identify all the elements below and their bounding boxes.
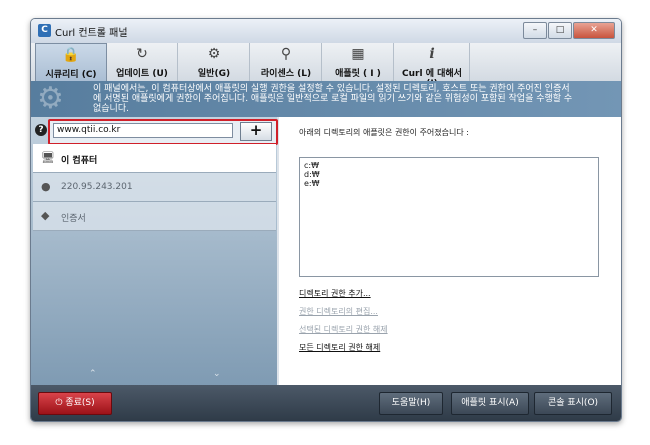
certificate-tag-icon: ◆ bbox=[41, 209, 50, 222]
exit-button[interactable]: ⏻ 종료(S) bbox=[38, 392, 112, 415]
tab-update[interactable]: ↻ 업데이트 (U) bbox=[107, 43, 178, 81]
nav-item-label: 인증서 bbox=[61, 214, 86, 224]
globe-icon: ● bbox=[41, 180, 51, 193]
tab-license-label: 라이센스 (L) bbox=[260, 69, 312, 79]
tab-applet-label: 애플릿 ( I ) bbox=[335, 69, 381, 79]
revoke-all-directories-link[interactable]: 모든 디렉토리 권한 해제 bbox=[299, 342, 380, 353]
nav-item-certificate[interactable]: ◆ 인증서 bbox=[33, 202, 276, 231]
minimize-button[interactable]: – bbox=[523, 22, 547, 39]
info-icon: i bbox=[429, 46, 435, 62]
nav-item-label: 이 컴퓨터 bbox=[61, 156, 98, 166]
title-bar[interactable]: C Curl 컨트롤 패널 – □ ✕ bbox=[31, 19, 621, 43]
tab-license[interactable]: ⚲ 라이센스 (L) bbox=[251, 43, 322, 81]
scroll-down-icon[interactable]: ⌄ bbox=[213, 369, 221, 379]
list-item[interactable]: e:₩ bbox=[300, 179, 598, 188]
window-title: Curl 컨트롤 패널 bbox=[55, 28, 128, 39]
right-pane: 아래의 디렉토리의 애플릿은 권한이 주어졌습니다 : c:₩ d:₩ e:₩ … bbox=[279, 117, 621, 385]
help-button[interactable]: 도움말(H) bbox=[379, 392, 443, 415]
help-icon[interactable]: ? bbox=[35, 124, 47, 136]
left-pane: ? + 🖥 이 컴퓨터 ● 220.95.243.201 ◆ 인증서 ⌃ ⌄ bbox=[31, 117, 278, 385]
curl-control-panel-window: C Curl 컨트롤 패널 – □ ✕ 🔒 시큐리티 (C) ↻ 업데이트 (U… bbox=[30, 18, 622, 422]
tab-bar: 🔒 시큐리티 (C) ↻ 업데이트 (U) ⚙ 일반(G) ⚲ 라이센스 (L)… bbox=[31, 43, 621, 89]
nav-item-host[interactable]: ● 220.95.243.201 bbox=[33, 173, 276, 202]
nav-item-this-computer[interactable]: 🖥 이 컴퓨터 bbox=[33, 144, 276, 173]
scroll-arrows: ⌃ ⌄ bbox=[33, 369, 276, 383]
gear-icon: ⚙ bbox=[207, 46, 221, 62]
revoke-selected-directory-link[interactable]: 선택된 디렉토리 권한 해제 bbox=[299, 324, 388, 335]
nav-item-label: 220.95.243.201 bbox=[61, 182, 133, 192]
key-icon: ⚲ bbox=[280, 46, 292, 62]
edit-directory-permission-link[interactable]: 권한 디렉토리의 편집... bbox=[299, 306, 378, 317]
add-host-button[interactable]: + bbox=[240, 122, 272, 141]
scroll-up-icon[interactable]: ⌃ bbox=[89, 369, 97, 379]
curl-app-icon: C bbox=[38, 24, 51, 37]
directory-list[interactable]: c:₩ d:₩ e:₩ bbox=[299, 157, 599, 277]
tab-general-label: 일반(G) bbox=[197, 69, 231, 79]
info-banner: ⚙ 이 패널에서는, 이 컴퓨터상에서 애플릿의 실행 권한을 설정할 수 있습… bbox=[31, 81, 621, 117]
tab-general[interactable]: ⚙ 일반(G) bbox=[179, 43, 250, 81]
show-console-button[interactable]: 콘솔 표시(O) bbox=[534, 392, 612, 415]
window-controls: – □ ✕ bbox=[522, 22, 615, 39]
permitted-directories-heading: 아래의 디렉토리의 애플릿은 권한이 주어졌습니다 : bbox=[299, 128, 469, 137]
tab-update-label: 업데이트 (U) bbox=[116, 69, 168, 79]
gear-watermark-icon: ⚙ bbox=[37, 81, 64, 116]
tab-security[interactable]: 🔒 시큐리티 (C) bbox=[35, 43, 107, 82]
list-item[interactable]: d:₩ bbox=[300, 170, 598, 179]
url-entry-highlight: + bbox=[48, 119, 278, 145]
add-directory-permission-link[interactable]: 디렉토리 권한 추가... bbox=[299, 288, 371, 299]
host-url-input[interactable] bbox=[53, 123, 233, 138]
applet-icon: ▦ bbox=[351, 46, 365, 62]
bottom-toolbar: ⏻ 종료(S) 도움말(H) 애플릿 표시(A) 콘솔 표시(O) bbox=[31, 385, 621, 421]
tab-security-label: 시큐리티 (C) bbox=[45, 70, 97, 80]
lock-icon: 🔒 bbox=[62, 47, 80, 63]
update-icon: ↻ bbox=[136, 46, 148, 62]
maximize-button[interactable]: □ bbox=[548, 22, 572, 39]
exit-button-label: 종료(S) bbox=[65, 398, 95, 408]
power-icon: ⏻ bbox=[55, 398, 63, 408]
info-text: 이 패널에서는, 이 컴퓨터상에서 애플릿의 실행 권한을 설정할 수 있습니다… bbox=[93, 84, 573, 114]
close-button[interactable]: ✕ bbox=[573, 22, 615, 39]
list-item[interactable]: c:₩ bbox=[300, 158, 598, 170]
tab-about-curl[interactable]: i Curl 에 대해서 (I) bbox=[395, 43, 470, 89]
tab-applet[interactable]: ▦ 애플릿 ( I ) bbox=[323, 43, 394, 81]
computer-icon: 🖥 bbox=[41, 151, 55, 164]
show-applet-button[interactable]: 애플릿 표시(A) bbox=[451, 392, 529, 415]
